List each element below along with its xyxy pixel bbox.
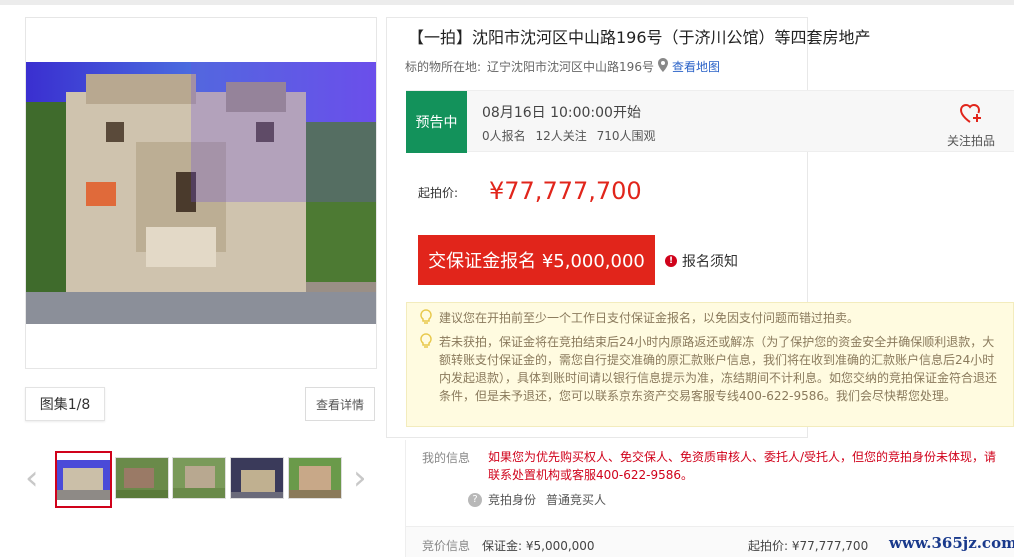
map-pin-icon xyxy=(657,58,668,75)
heart-plus-icon xyxy=(959,104,981,123)
thumbnail-1[interactable] xyxy=(55,451,112,508)
follow-item-button[interactable]: 关注拍品 xyxy=(936,101,1006,149)
thumbnail-4-image xyxy=(231,458,283,498)
tips-box: 建议您在开拍前至少一个工作日支付保证金报名，以免因支付问题而错过拍卖。 若未获拍… xyxy=(406,302,1014,427)
villa-photo xyxy=(26,62,376,324)
pay-deposit-button[interactable]: 交保证金报名 ¥5,000,000 xyxy=(418,235,655,285)
watermark: www.365jz.com xyxy=(889,534,1014,552)
main-photo[interactable] xyxy=(26,62,376,324)
location-address: 辽宁沈阳市沈河区中山路196号 xyxy=(487,60,654,74)
tip-item: 建议您在开拍前至少一个工作日支付保证金报名，以免因支付问题而错过拍卖。 xyxy=(419,309,999,330)
thumbnail-2-image xyxy=(116,458,168,498)
lightbulb-icon xyxy=(419,309,435,330)
start-price-label: 起拍价: xyxy=(418,186,459,200)
thumbnail-4[interactable] xyxy=(230,457,284,499)
bid-info-label: 竞价信息 xyxy=(422,539,471,553)
lightbulb-icon xyxy=(419,333,435,405)
gallery-counter: 图集1/8 xyxy=(25,387,105,421)
page-title: 【一拍】沈阳市沈河区中山路196号（于济川公馆）等四套房地产 xyxy=(408,28,871,47)
thumbnail-1-image xyxy=(57,460,110,500)
registration-notice-link[interactable]: ! 报名须知 xyxy=(665,251,738,271)
thumbnail-3-image xyxy=(173,458,225,498)
tip-text: 建议您在开拍前至少一个工作日支付保证金报名，以免因支付问题而错过拍卖。 xyxy=(439,311,860,325)
follow-label: 关注拍品 xyxy=(946,134,995,148)
thumbnail-2[interactable] xyxy=(115,457,169,499)
viewer-count: 710人围观 xyxy=(596,129,656,143)
auction-counts: 0人报名 12人关注 710人围观 xyxy=(482,127,661,144)
chevron-left-icon[interactable]: ‹ xyxy=(25,461,39,495)
start-time: 08月16日 10:00:00开始 xyxy=(482,105,641,121)
status-badge: 预告中 xyxy=(406,91,467,153)
thumbnail-strip: ‹ › xyxy=(25,449,377,509)
bidder-identity: ? 竞拍身份 普通竞买人 xyxy=(468,491,606,508)
location-row: 标的物所在地: 辽宁沈阳市沈河区中山路196号 查看地图 xyxy=(405,58,720,75)
question-icon[interactable]: ? xyxy=(468,492,482,507)
thumbnail-5-image xyxy=(289,458,341,498)
signup-count: 0人报名 xyxy=(482,129,526,143)
identity-label: 竞拍身份 xyxy=(488,493,537,507)
alert-icon: ! xyxy=(665,255,677,267)
start-price-value: ¥77,777,700 xyxy=(489,177,642,205)
identity-value: 普通竞买人 xyxy=(546,493,607,507)
chevron-right-icon[interactable]: › xyxy=(353,461,367,495)
my-info-text: 如果您为优先购买权人、免交保人、免资质审核人、委托人/受托人，但您的竞拍身份未体… xyxy=(488,450,997,482)
tip-text: 若未获拍，保证金将在竞拍结束后24小时内原路返还或解冻（为了保护您的资金安全并确… xyxy=(439,335,998,403)
view-map-link[interactable]: 查看地图 xyxy=(672,58,720,75)
top-strip xyxy=(0,0,1014,5)
tip-item: 若未获拍，保证金将在竞拍结束后24小时内原路返还或解冻（为了保护您的资金安全并确… xyxy=(419,333,999,405)
auction-status-bar: 预告中 08月16日 10:00:00开始 0人报名 12人关注 710人围观 … xyxy=(406,90,1014,153)
view-details-button[interactable]: 查看详情 xyxy=(305,387,375,421)
bid-start-price: 起拍价: ¥77,777,700 xyxy=(748,539,869,553)
bid-deposit: 保证金: ¥5,000,000 xyxy=(482,539,595,553)
follower-count: 12人关注 xyxy=(535,129,587,143)
location-label: 标的物所在地: xyxy=(405,60,482,74)
thumbnail-5[interactable] xyxy=(288,457,342,499)
thumbnail-3[interactable] xyxy=(172,457,226,499)
registration-notice-label: 报名须知 xyxy=(682,254,738,270)
my-info-label: 我的信息 xyxy=(422,451,471,465)
